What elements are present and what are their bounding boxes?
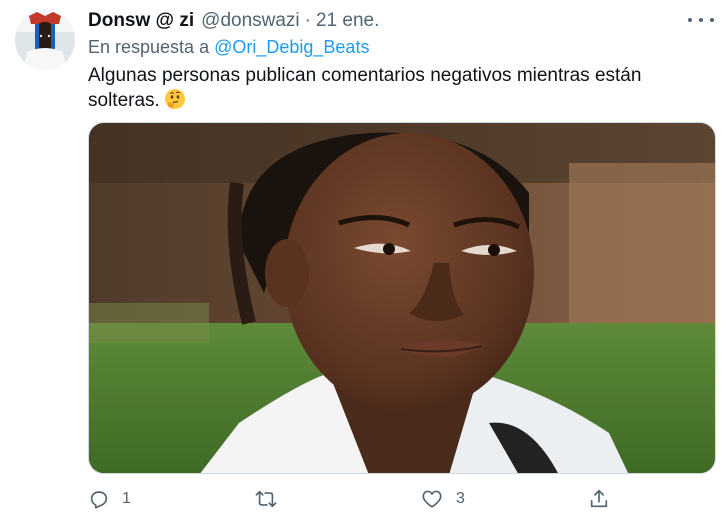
tweet-media-image[interactable]: [88, 122, 716, 474]
reply-count: 1: [122, 490, 131, 507]
reply-prefix: En respuesta a: [88, 37, 210, 57]
share-icon: [590, 489, 608, 508]
tweet-text: Algunas personas publican comentarios ne…: [88, 63, 698, 117]
tweet-date[interactable]: 21 ene.: [316, 10, 379, 32]
avatar[interactable]: [15, 10, 75, 70]
retweet-button[interactable]: [254, 486, 290, 512]
tweet-header: Donsw @ zi @donswazi · 21 ene.: [88, 10, 379, 36]
more-options-icon[interactable]: [688, 12, 714, 28]
tweet-card[interactable]: Donsw @ zi @donswazi · 21 ene. En respue…: [0, 0, 728, 517]
tweet-actions: 1 3: [88, 486, 628, 512]
separator-dot: ·: [304, 10, 311, 31]
reply-to-link[interactable]: @Ori_Debig_Beats: [214, 37, 369, 57]
image: [89, 123, 715, 473]
retweet-icon: [255, 490, 277, 508]
reply-button[interactable]: 1: [88, 486, 131, 512]
like-button[interactable]: 3: [420, 486, 465, 512]
user-handle[interactable]: @donswazi: [201, 10, 300, 32]
reply-icon: [90, 491, 108, 509]
avatar-image: [15, 10, 75, 70]
display-name[interactable]: Donsw @ zi: [88, 10, 194, 32]
thinking-face-icon: [164, 88, 186, 117]
like-count: 3: [456, 490, 465, 507]
share-button[interactable]: [588, 486, 610, 512]
reply-context: En respuesta a @Ori_Debig_Beats: [88, 37, 369, 58]
heart-icon: [422, 490, 442, 508]
